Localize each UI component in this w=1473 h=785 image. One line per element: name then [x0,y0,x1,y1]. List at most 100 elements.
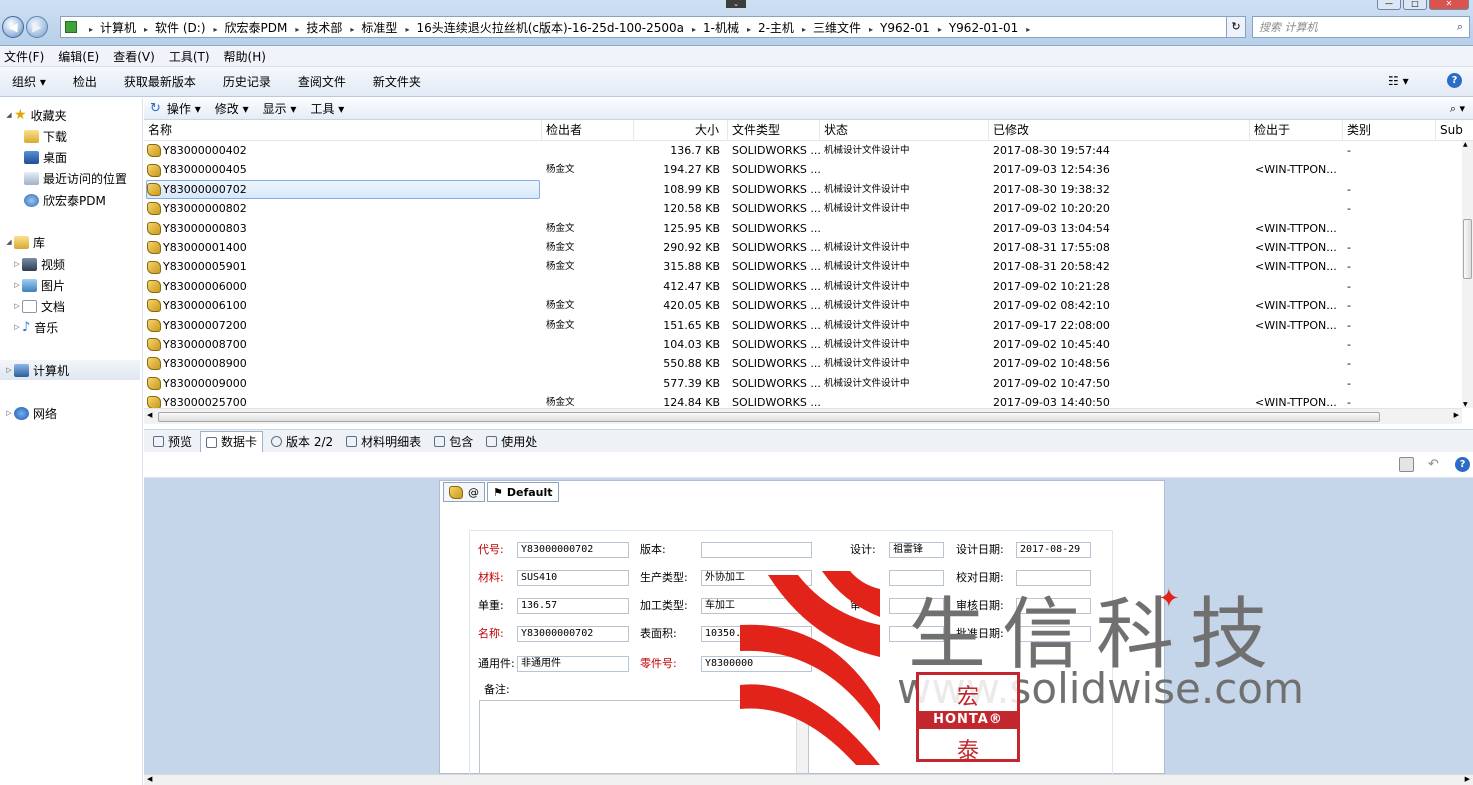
nav-computer[interactable]: ▷ 计算机 [0,360,140,380]
tab-datacard[interactable]: 数据卡 [200,431,264,452]
table-row[interactable]: Y83000001400 杨金文 290.92 KB SOLIDWORKS ... 机械… [144,238,1462,257]
file-name-cell[interactable]: Y83000006100 [146,296,540,315]
table-row[interactable]: Y83000006000 412.47 KB SOLIDWORKS ... 机械设计文… [144,277,1462,296]
table-row[interactable]: Y83000025700 杨金文 124.84 KB SOLIDWORKS ... 20… [144,393,1462,408]
breadcrumb-separator-icon[interactable]: ▸ [144,25,148,34]
field-part-no[interactable]: Y8300000 [701,656,812,672]
field-code[interactable]: Y83000000702 [517,542,629,558]
breadcrumb-item[interactable]: 计算机 [98,21,138,35]
breadcrumb-item[interactable]: 欣宏泰PDM [223,21,290,35]
pdm-modify-menu[interactable]: 修改 ▾ [215,100,249,117]
field-common[interactable]: 非通用件 [517,656,629,672]
column-category[interactable]: 类别 [1343,120,1436,141]
scroll-right-icon[interactable]: ▶ [1465,775,1470,783]
nav-libraries[interactable]: ◢ 库 [4,232,45,252]
table-row[interactable]: Y83000005901 杨金文 315.88 KB SOLIDWORKS ... 机械… [144,257,1462,276]
scroll-thumb[interactable] [158,412,1380,422]
field-design-date[interactable]: 2017-08-29 [1016,542,1091,558]
scroll-thumb[interactable] [1463,219,1472,279]
column-modified[interactable]: 已修改 [989,120,1250,141]
search-files-button[interactable]: 查阅文件 [298,73,346,90]
table-row[interactable]: Y83000007200 杨金文 151.65 KB SOLIDWORKS ... 机械… [144,316,1462,335]
breadcrumb-item[interactable]: 2-主机 [756,21,796,35]
nav-item-music[interactable]: ▷ ♪ 音乐 [12,317,58,337]
close-button[interactable]: ✕ [1429,0,1469,10]
pdm-refresh-icon[interactable]: ↻ [150,101,161,116]
field-prod-type[interactable]: 外协加工 [701,570,812,586]
search-input[interactable]: 搜索 计算机 ⌕ [1252,16,1470,38]
table-row[interactable]: Y83000008900 550.88 KB SOLIDWORKS ... 机械设计文… [144,354,1462,373]
scroll-right-icon[interactable]: ▶ [1454,411,1459,419]
column-state[interactable]: 状态 [820,120,989,141]
breadcrumb-item[interactable]: Y962-01-01 [947,21,1020,35]
back-button[interactable]: ◀ [2,16,24,38]
help-icon[interactable]: ? [1447,73,1462,88]
table-row[interactable]: Y83000000803 杨金文 125.95 KB SOLIDWORKS ... 20… [144,219,1462,238]
menu-help[interactable]: 帮助(H) [224,48,266,65]
breadcrumb-separator-icon[interactable]: ▸ [747,25,751,34]
collapsed-icon[interactable]: ▷ [12,323,22,331]
nav-item-documents[interactable]: ▷ 文档 [12,296,65,316]
remark-textarea[interactable] [479,700,809,774]
table-row[interactable]: Y83000000702 108.99 KB SOLIDWORKS ... 机械设计文… [144,179,1462,200]
file-name-cell[interactable]: Y83000008700 [146,335,540,354]
expand-icon[interactable]: ◢ [4,238,14,246]
file-list-horizontal-scrollbar[interactable]: ◀ ▶ [144,408,1462,424]
remark-scrollbar[interactable] [796,701,808,773]
collapsed-icon[interactable]: ▷ [4,366,14,374]
scroll-up-icon[interactable]: ▲ [1463,141,1468,148]
field-version[interactable] [701,542,812,558]
file-name-cell[interactable]: Y83000025700 [146,393,540,408]
file-name-cell[interactable]: Y83000006000 [146,277,540,296]
pdm-tools-menu[interactable]: 工具 ▾ [310,100,344,117]
organize-button[interactable]: 组织 ▾ [12,73,46,90]
get-latest-button[interactable]: 获取最新版本 [124,73,196,90]
file-name-cell[interactable]: Y83000000802 [146,199,540,218]
scroll-left-icon[interactable]: ◀ [147,775,152,783]
column-size[interactable]: 大小 [634,120,728,141]
forward-button[interactable]: ▶ [26,16,48,38]
collapsed-icon[interactable]: ▷ [12,302,22,310]
file-name-cell[interactable]: Y83000001400 [146,238,540,257]
breadcrumb-item[interactable]: Y962-01 [878,21,932,35]
table-row[interactable]: Y83000000802 120.58 KB SOLIDWORKS ... 机械设计文… [144,199,1462,218]
scroll-down-icon[interactable]: ▼ [1463,401,1468,408]
field-name[interactable]: Y83000000702 [517,626,629,642]
field-material[interactable]: SUS410 [517,570,629,586]
field-designer[interactable]: 祖雷锋 [889,542,944,558]
datacard-horizontal-scrollbar[interactable]: ◀ ▶ [144,774,1473,785]
breadcrumb-item[interactable]: 软件 (D:) [153,21,207,35]
collapsed-icon[interactable]: ▷ [12,260,22,268]
nav-item-pdm[interactable]: 欣宏泰PDM [24,190,106,210]
collapsed-icon[interactable]: ▷ [4,409,14,417]
table-row[interactable]: Y83000000402 136.7 KB SOLIDWORKS ... 机械设计文件… [144,141,1462,160]
field-proc-type[interactable]: 车加工 [701,598,812,614]
undo-icon[interactable]: ↶ [1428,457,1443,472]
breadcrumb-separator-icon[interactable]: ▸ [295,25,299,34]
file-list-vertical-scrollbar[interactable]: ▲ ▼ [1462,141,1473,408]
tab-contains[interactable]: 包含 [429,431,478,452]
field-surface[interactable]: 10350.40 [701,626,812,642]
breadcrumb-separator-icon[interactable]: ▸ [405,25,409,34]
table-row[interactable]: Y83000009000 577.39 KB SOLIDWORKS ... 机械设计文… [144,374,1462,393]
scroll-left-icon[interactable]: ◀ [147,411,152,419]
column-checked-out-on[interactable]: 检出于 [1250,120,1343,141]
breadcrumb-separator-icon[interactable]: ▸ [869,25,873,34]
table-row[interactable]: Y83000000405 杨金文 194.27 KB SOLIDWORKS ... 20… [144,160,1462,179]
breadcrumb-separator-icon[interactable]: ▸ [692,25,696,34]
checkout-button[interactable]: 检出 [73,73,97,90]
column-sub[interactable]: Sub [1436,120,1473,141]
search-icon[interactable]: ⌕ [1457,20,1463,34]
column-name[interactable]: 名称 [144,120,542,141]
view-options-icon[interactable]: ☷ ▾ [1388,74,1409,88]
new-folder-button[interactable]: 新文件夹 [373,73,421,90]
tab-bom[interactable]: 材料明细表 [341,431,426,452]
card-tab-at[interactable]: @ [443,482,485,502]
tab-where-used[interactable]: 使用处 [481,431,542,452]
breadcrumb-separator-icon[interactable]: ▸ [214,25,218,34]
column-checked-out-by[interactable]: 检出者 [542,120,634,141]
save-icon[interactable] [1399,457,1414,472]
menu-edit[interactable]: 编辑(E) [58,48,99,65]
menu-view[interactable]: 查看(V) [113,48,155,65]
tab-preview[interactable]: 预览 [148,431,197,452]
